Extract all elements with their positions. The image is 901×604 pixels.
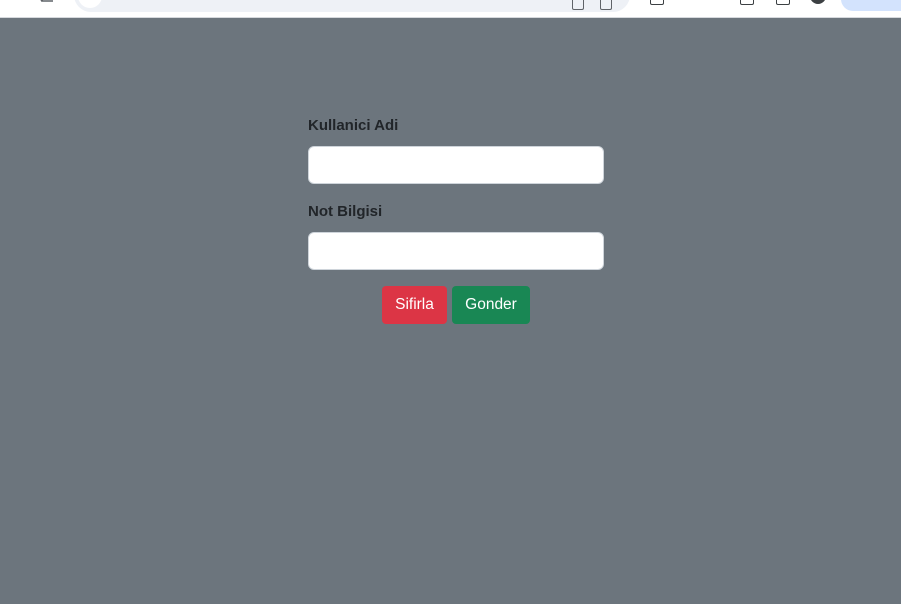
browser-toolbar bbox=[0, 0, 901, 18]
window-icon[interactable] bbox=[776, 0, 790, 5]
note-form: Kullanici Adi Not Bilgisi Sifirla Gonder bbox=[308, 116, 604, 324]
back-icon[interactable] bbox=[40, 0, 54, 8]
site-info-icon[interactable] bbox=[78, 0, 102, 8]
menu-pill[interactable] bbox=[841, 0, 901, 11]
install-icon[interactable] bbox=[572, 0, 584, 10]
username-label: Kullanici Adi bbox=[308, 117, 399, 134]
tab-search-icon[interactable] bbox=[740, 0, 754, 5]
note-label: Not Bilgisi bbox=[308, 203, 383, 220]
profile-icon[interactable] bbox=[810, 0, 826, 4]
extensions-icon[interactable] bbox=[650, 0, 664, 5]
reset-button[interactable]: Sifirla bbox=[382, 286, 447, 324]
note-input[interactable] bbox=[308, 232, 604, 270]
address-bar[interactable] bbox=[74, 0, 630, 12]
username-input[interactable] bbox=[308, 146, 604, 184]
form-buttons: Sifirla Gonder bbox=[308, 286, 604, 324]
bookmark-icon[interactable] bbox=[600, 0, 612, 10]
submit-button[interactable]: Gonder bbox=[452, 286, 530, 324]
